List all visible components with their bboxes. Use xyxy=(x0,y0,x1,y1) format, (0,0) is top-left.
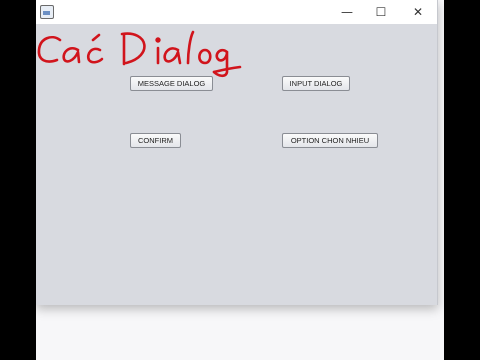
option-chon-nhieu-button[interactable]: OPTION CHON NHIEU xyxy=(282,133,378,148)
close-button[interactable]: ✕ xyxy=(399,0,437,24)
input-dialog-button[interactable]: INPUT DIALOG xyxy=(282,76,350,91)
video-frame: — ☐ ✕ MESSAGE DIALOG INPUT DIALOG CONFIR… xyxy=(0,0,480,360)
message-dialog-button[interactable]: MESSAGE DIALOG xyxy=(130,76,213,91)
app-icon xyxy=(40,5,54,19)
app-window: — ☐ ✕ MESSAGE DIALOG INPUT DIALOG CONFIR… xyxy=(36,0,438,305)
letterbox-right xyxy=(444,0,480,360)
content-panel: MESSAGE DIALOG INPUT DIALOG CONFIRM OPTI… xyxy=(36,24,437,305)
letterbox-left xyxy=(0,0,36,360)
minimize-button[interactable]: — xyxy=(328,0,366,24)
confirm-button[interactable]: CONFIRM xyxy=(130,133,181,148)
maximize-button[interactable]: ☐ xyxy=(362,0,400,24)
title-bar[interactable]: — ☐ ✕ xyxy=(36,0,437,24)
